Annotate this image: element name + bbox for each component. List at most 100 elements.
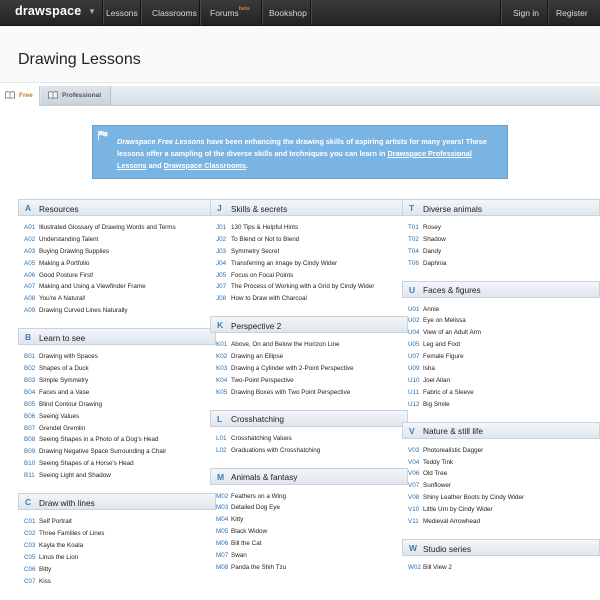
lesson-title: Drawing Negative Space Surrounding a Cha… (39, 448, 167, 456)
lesson-code: M08 (216, 563, 229, 571)
lesson-section-t: T Diverse animals T01 Rosey T02 Shadow T04 Dand… (402, 199, 600, 270)
lesson-link[interactable]: V08 Shiny Leather Boots by Cindy Wider (402, 492, 600, 504)
lesson-title: Making a Portfolio (39, 259, 90, 267)
lesson-link[interactable]: J02 To Blend or Not to Blend (210, 234, 408, 246)
lesson-link[interactable]: M03 Detailed Dog Eye (210, 502, 408, 514)
lesson-link[interactable]: B03 Simple Symmetry (18, 375, 216, 387)
lesson-link[interactable]: U12 Big Smile (402, 399, 600, 411)
lesson-link[interactable]: A02 Understanding Talent (18, 234, 216, 246)
lesson-title: Drawing a Cylinder with 2-Point Perspect… (231, 365, 354, 373)
lesson-code: M02 (216, 492, 229, 500)
lesson-link[interactable]: M06 Bill the Cat (210, 538, 408, 550)
lesson-link[interactable]: B05 Blind Contour Drawing (18, 399, 216, 411)
lesson-link[interactable]: A03 Buying Drawing Supplies (18, 246, 216, 258)
lesson-link[interactable]: V07 Sunflower (402, 480, 600, 492)
lesson-link[interactable]: U09 Isha (402, 363, 600, 375)
lesson-link[interactable]: M07 Swan (210, 550, 408, 562)
lesson-link[interactable]: L01 Crosshatching Values (210, 433, 408, 445)
lesson-link[interactable]: A06 Good Posture First! (18, 270, 216, 282)
lesson-link[interactable]: T04 Dandy (402, 246, 600, 258)
lesson-link[interactable]: V03 Photorealistic Dagger (402, 445, 600, 457)
site-logo[interactable]: drawspace (15, 4, 81, 18)
lesson-link[interactable]: C07 Kiss (18, 576, 216, 588)
lesson-list: C01 Self Portrait C02 Three Families of Lin… (18, 510, 216, 587)
lesson-link[interactable]: C01 Self Portrait (18, 516, 216, 528)
lesson-link[interactable]: J07 The Process of Working with a Grid by… (210, 281, 408, 293)
lesson-link[interactable]: J04 Transferring an Image by Cindy Wider (210, 258, 408, 270)
lesson-link[interactable]: C02 Three Families of Lines (18, 528, 216, 540)
section-letter: V (409, 425, 415, 436)
lesson-title: Big Smile (423, 400, 450, 408)
section-title: Skills & secrets (231, 203, 288, 214)
lesson-link[interactable]: V10 Little Urn by Cindy Wider (402, 504, 600, 516)
lesson-link[interactable]: B01 Drawing with Spaces (18, 351, 216, 363)
lesson-link[interactable]: U10 Joel Allan (402, 375, 600, 387)
chevron-down-icon[interactable]: ▼ (88, 7, 96, 16)
lesson-link[interactable]: U04 View of an Adult Arm (402, 327, 600, 339)
lesson-link[interactable]: V11 Medieval Arrowhead (402, 516, 600, 528)
lesson-link[interactable]: U05 Leg and Foot (402, 339, 600, 351)
lesson-code: L02 (216, 446, 227, 454)
lesson-link[interactable]: B07 Grendel Gremlin (18, 423, 216, 435)
lesson-link[interactable]: A08 You're A Natural! (18, 293, 216, 305)
lesson-link[interactable]: U01 Annie (402, 304, 600, 316)
lesson-link[interactable]: U11 Fabric of a Sleeve (402, 387, 600, 399)
lesson-link[interactable]: W02 Bill View 2 (402, 562, 600, 574)
lesson-link[interactable]: J03 Symmetry Secret (210, 246, 408, 258)
lesson-link[interactable]: K05 Drawing Boxes with Two Point Perspect… (210, 387, 408, 399)
nav-classrooms[interactable]: Classrooms (152, 8, 197, 18)
lesson-link[interactable]: J08 How to Draw with Charcoal (210, 293, 408, 305)
lesson-link[interactable]: C03 Kayla the Koala (18, 540, 216, 552)
lesson-link[interactable]: B08 Seeing Shapes in a Photo of a Dog's H… (18, 434, 216, 446)
lesson-title: Bill View 2 (423, 564, 452, 571)
register-link[interactable]: Register (556, 8, 588, 18)
lesson-link[interactable]: T01 Rosey (402, 222, 600, 234)
lesson-link[interactable]: L02 Graduations with Crosshatching (210, 445, 408, 457)
lesson-link[interactable]: M02 Feathers on a Wing (210, 491, 408, 503)
lesson-list: T01 Rosey T02 Shadow T04 Dandy T06 Daphnia (402, 216, 600, 270)
lesson-link[interactable]: K04 Two-Point Perspective (210, 375, 408, 387)
nav-lessons[interactable]: Lessons (106, 8, 138, 18)
lesson-link[interactable]: A01 Illustrated Glossary of Drawing Words… (18, 222, 216, 234)
lesson-code: C03 (24, 541, 36, 549)
lesson-link[interactable]: C05 Linus the Lion (18, 552, 216, 564)
lesson-link[interactable]: T06 Daphnia (402, 258, 600, 270)
lesson-link[interactable]: M05 Black Widow (210, 526, 408, 538)
tab-professional[interactable]: Professional (41, 86, 111, 105)
tab-free[interactable]: Free (0, 86, 40, 106)
lesson-link[interactable]: K03 Drawing a Cylinder with 2-Point Persp… (210, 363, 408, 375)
lesson-title: Shadow (423, 235, 446, 243)
lesson-code: B01 (24, 353, 36, 361)
lesson-link[interactable]: A09 Drawing Curved Lines Naturally (18, 305, 216, 317)
lesson-link[interactable]: B10 Seeing Shapes of a Horse's Head (18, 458, 216, 470)
lesson-link[interactable]: V04 Teddy Tink (402, 457, 600, 469)
lesson-link[interactable]: K01 Above, On and Below the Horizon Line (210, 339, 408, 351)
lesson-link[interactable]: T02 Shadow (402, 234, 600, 246)
lesson-link[interactable]: B06 Seeing Values (18, 411, 216, 423)
lesson-link[interactable]: C06 Bitty (18, 564, 216, 576)
lesson-link[interactable]: J05 Focus on Focal Points (210, 270, 408, 282)
nav-forums[interactable]: Forumsbeta (210, 6, 250, 18)
lesson-title: View of an Adult Arm (423, 329, 481, 337)
lesson-link[interactable]: A05 Making a Portfolio (18, 258, 216, 270)
sign-in-link[interactable]: Sign in (513, 8, 539, 18)
classrooms-link[interactable]: Drawspace Classrooms (164, 161, 246, 170)
lesson-link[interactable]: U02 Eye on Melissa (402, 315, 600, 327)
lesson-code: V11 (408, 518, 419, 526)
lesson-link[interactable]: K02 Drawing an Ellipse (210, 351, 408, 363)
page-title: Drawing Lessons (18, 51, 141, 68)
lesson-link[interactable]: B09 Drawing Negative Space Surrounding a … (18, 446, 216, 458)
lesson-link[interactable]: U07 Female Figure (402, 351, 600, 363)
lesson-code: T06 (408, 259, 419, 267)
lesson-link[interactable]: J01 130 Tips & Helpful Hints (210, 222, 408, 234)
nav-bookshop[interactable]: Bookshop (269, 8, 307, 18)
lesson-title: Making and Using a Viewfinder Frame (39, 283, 146, 291)
lesson-link[interactable]: A07 Making and Using a Viewfinder Frame (18, 281, 216, 293)
lesson-link[interactable]: M04 Kitty (210, 514, 408, 526)
lesson-title: Kiss (39, 577, 51, 585)
lesson-link[interactable]: V06 Old Tree (402, 468, 600, 480)
lesson-link[interactable]: B11 Seeing Light and Shadow (18, 470, 216, 482)
lesson-link[interactable]: B02 Shapes of a Duck (18, 363, 216, 375)
lesson-link[interactable]: M08 Panda the Shih Tzu (210, 562, 408, 574)
lesson-link[interactable]: B04 Faces and a Vase (18, 387, 216, 399)
